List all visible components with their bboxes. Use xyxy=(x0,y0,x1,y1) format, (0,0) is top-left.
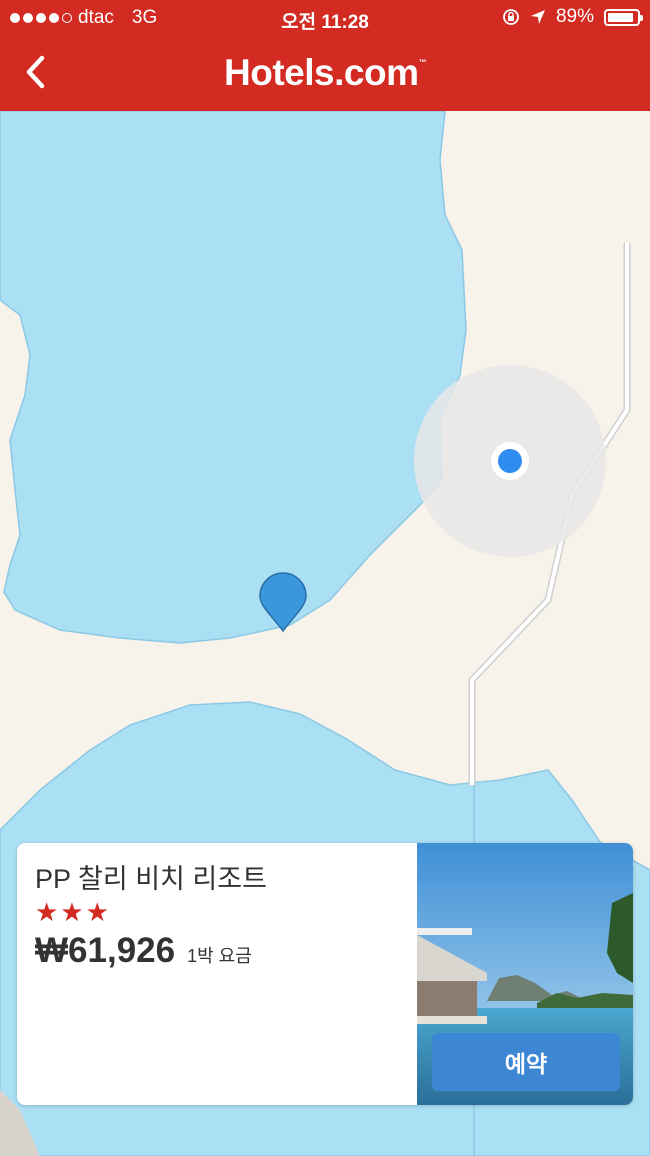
brand-name: Hotels.com xyxy=(224,52,419,93)
status-right: 89% xyxy=(502,6,643,28)
book-button[interactable]: 예약 xyxy=(432,1033,620,1091)
star-rating-icon: ★★★ xyxy=(35,897,111,927)
current-location-icon xyxy=(498,449,522,473)
nav-bar: Hotels.com™ xyxy=(0,36,650,111)
trademark-mark: ™ xyxy=(418,58,426,67)
app-header: dtac 3G 오전 11:28 89% Hotels.com™ xyxy=(0,0,650,111)
price-row: ₩61,926 1박 요금 xyxy=(35,931,252,971)
orientation-lock-icon xyxy=(503,9,519,25)
status-bar: dtac 3G 오전 11:28 89% xyxy=(0,0,650,36)
hotels-logo: Hotels.com™ xyxy=(0,52,650,94)
battery-icon xyxy=(604,8,643,26)
location-arrow-icon xyxy=(530,10,545,24)
hotel-price: ₩61,926 xyxy=(35,931,176,970)
price-note: 1박 요금 xyxy=(187,946,252,966)
battery-percent: 89% xyxy=(555,6,594,27)
hotel-name: PP 찰리 비치 리조트 xyxy=(35,864,267,894)
hotel-card[interactable]: PP 찰리 비치 리조트 ★★★ ₩61,926 1박 요금 예약 xyxy=(17,843,633,1105)
